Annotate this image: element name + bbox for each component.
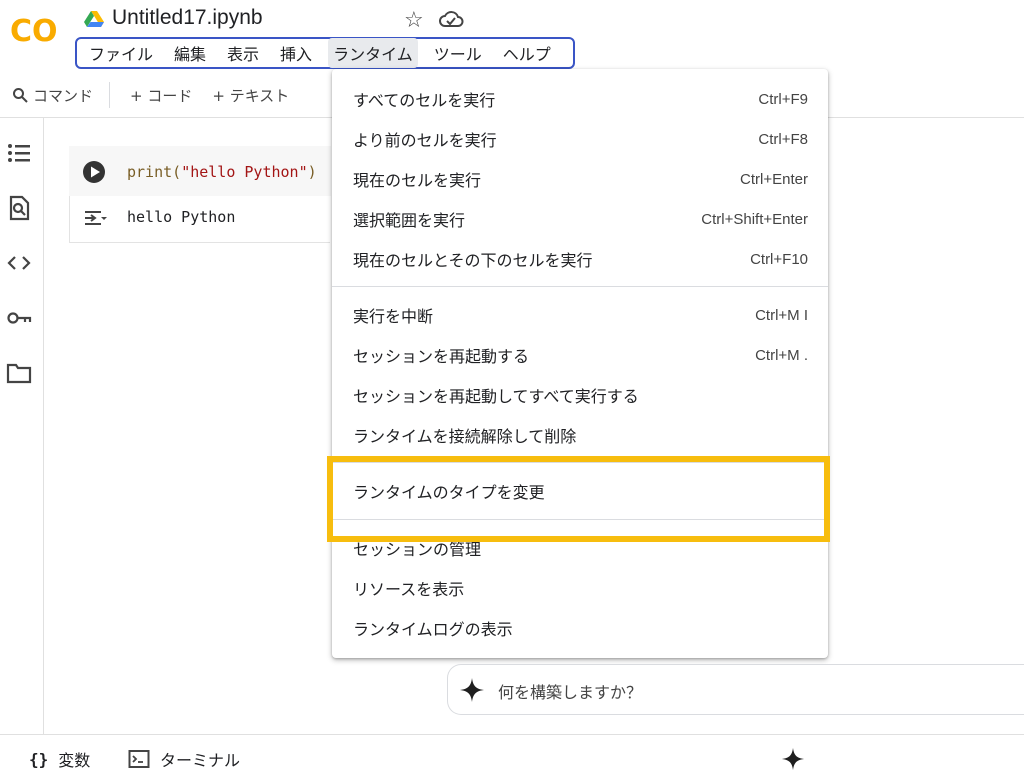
code-suffix: ) — [307, 163, 317, 181]
braces-icon: {} — [29, 749, 49, 769]
menu-tools[interactable]: ツール — [429, 38, 487, 68]
menu-item-interrupt[interactable]: 実行を中断 Ctrl+M I — [353, 299, 808, 331]
menu-item-run-before[interactable]: より前のセルを実行 Ctrl+F8 — [353, 123, 808, 155]
menu-item-run-all[interactable]: すべてのセルを実行 Ctrl+F9 — [353, 83, 808, 115]
bottom-bar-divider — [0, 734, 1024, 735]
table-of-contents-icon[interactable] — [6, 140, 32, 166]
gemini-sparkle-icon[interactable] — [781, 747, 805, 771]
menu-item-disconnect-delete[interactable]: ランタイムを接続解除して削除 — [353, 419, 808, 451]
menu-item-label: セッションを再起動する — [353, 347, 530, 366]
toolbar: コマンド + コード + テキスト — [0, 74, 289, 116]
cloud-saved-icon[interactable] — [438, 8, 464, 30]
files-folder-icon[interactable] — [6, 360, 32, 386]
add-text-label: + テキスト — [212, 86, 290, 105]
add-code-label: + コード — [130, 86, 193, 105]
output-actions-icon[interactable] — [82, 207, 108, 229]
code-prefix: print( — [127, 163, 182, 181]
menu-item-shortcut: Ctrl+F10 — [750, 250, 808, 268]
menu-help[interactable]: ヘルプ — [498, 38, 556, 68]
runtime-menu-dropdown: すべてのセルを実行 Ctrl+F9 より前のセルを実行 Ctrl+F8 現在のセ… — [332, 69, 828, 658]
menu-item-label: 現在のセルを実行 — [353, 171, 482, 190]
variables-label: 変数 — [58, 751, 91, 770]
add-text-button[interactable]: + テキスト — [212, 85, 289, 106]
menu-runtime[interactable]: ランタイム — [328, 38, 418, 68]
menu-divider — [332, 286, 828, 287]
menu-item-run-selection[interactable]: 選択範囲を実行 Ctrl+Shift+Enter — [353, 203, 808, 235]
menu-item-label: 現在のセルとその下のセルを実行 — [353, 251, 593, 270]
menu-item-restart-and-run-all[interactable]: セッションを再起動してすべて実行する — [353, 379, 808, 411]
run-cell-button[interactable] — [82, 160, 106, 184]
command-palette-button[interactable]: コマンド — [12, 85, 93, 106]
menu-item-shortcut: Ctrl+F8 — [758, 130, 808, 148]
google-drive-icon[interactable] — [84, 10, 104, 28]
menu-insert[interactable]: 挿入 — [275, 38, 317, 68]
code-string: "hello Python" — [181, 163, 308, 181]
menu-item-view-runtime-logs[interactable]: ランタイムログの表示 — [353, 612, 808, 644]
cell-output-text: hello Python — [127, 208, 236, 226]
logo-text: CO — [10, 14, 58, 49]
menu-view[interactable]: 表示 — [222, 38, 264, 68]
colab-logo[interactable]: CO — [8, 10, 64, 50]
menu-item-shortcut: Ctrl+M . — [755, 346, 808, 364]
notebook-title[interactable]: Untitled17.ipynb — [112, 6, 263, 30]
menu-item-label: すべてのセルを実行 — [353, 91, 496, 110]
terminal-label: ターミナル — [160, 751, 241, 770]
find-in-document-icon[interactable] — [6, 195, 32, 221]
add-code-button[interactable]: + コード — [130, 85, 192, 106]
secrets-key-icon[interactable] — [6, 305, 32, 331]
menu-edit[interactable]: 編集 — [169, 38, 211, 68]
star-icon[interactable]: ☆ — [404, 8, 424, 33]
menu-item-shortcut: Ctrl+Shift+Enter — [701, 210, 808, 228]
menu-item-label: セッションを再起動してすべて実行する — [353, 387, 639, 406]
menu-file[interactable]: ファイル — [84, 38, 158, 68]
variables-button[interactable]: {} 変数 — [29, 747, 90, 771]
menu-item-label: より前のセルを実行 — [353, 131, 497, 150]
command-label: コマンド — [33, 86, 94, 105]
menu-bar: ファイル 編集 表示 挿入 ランタイム ツール ヘルプ — [75, 37, 575, 69]
menu-item-run-current[interactable]: 現在のセルを実行 Ctrl+Enter — [353, 163, 808, 195]
ai-prompt-placeholder[interactable]: 何を構築しますか？ — [498, 679, 642, 703]
menu-item-label: 選択範囲を実行 — [353, 211, 466, 230]
menu-item-view-resources[interactable]: リソースを表示 — [353, 572, 808, 604]
toolbar-divider — [109, 82, 111, 108]
terminal-icon — [128, 750, 150, 768]
highlight-annotation-box — [327, 456, 830, 542]
menu-item-shortcut: Ctrl+Enter — [740, 170, 808, 188]
menu-item-label: ランタイムを接続解除して削除 — [353, 427, 577, 446]
code-snippets-icon[interactable] — [6, 250, 32, 276]
search-icon — [13, 88, 28, 103]
menu-item-label: 実行を中断 — [353, 307, 434, 326]
terminal-button[interactable]: ターミナル — [128, 747, 240, 771]
cell-code-text[interactable]: print("hello Python") — [127, 163, 317, 181]
menu-item-restart-session[interactable]: セッションを再起動する Ctrl+M . — [353, 339, 808, 371]
menu-item-label: ランタイムログの表示 — [353, 620, 513, 639]
menu-item-label: リソースを表示 — [353, 580, 465, 599]
menu-item-shortcut: Ctrl+F9 — [758, 90, 808, 108]
menu-item-run-after[interactable]: 現在のセルとその下のセルを実行 Ctrl+F10 — [353, 243, 808, 275]
left-rail — [0, 118, 44, 734]
gemini-sparkle-icon — [460, 678, 484, 702]
menu-item-shortcut: Ctrl+M I — [755, 306, 808, 324]
